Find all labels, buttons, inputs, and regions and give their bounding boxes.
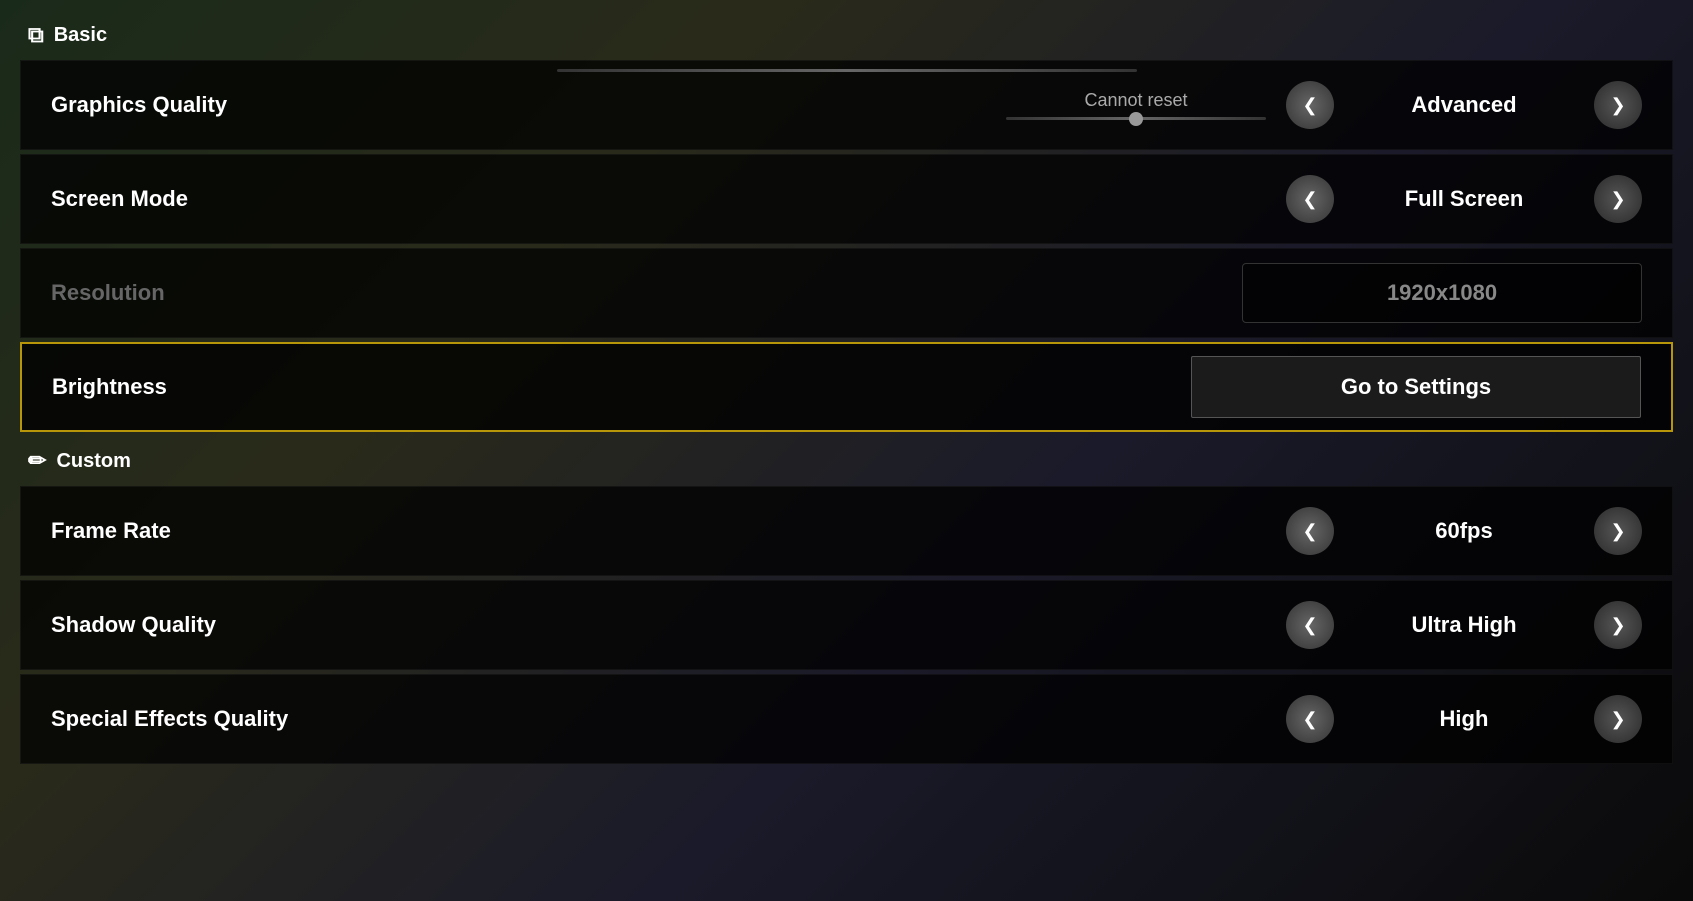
chevron-left-icon [1302,708,1317,731]
special-effects-quality-prev-button[interactable] [1286,695,1334,743]
graphics-quality-label: Graphics Quality [51,92,227,117]
edit-icon [28,448,46,474]
frame-rate-control: 60fps [1286,507,1642,555]
brightness-label: Brightness [52,374,1191,400]
screen-mode-control: Full Screen [1286,175,1642,223]
graphics-quality-controls: Cannot reset Advanced [986,81,1642,129]
shadow-quality-next-button[interactable] [1594,601,1642,649]
graphics-slider-dot [1129,112,1143,126]
screen-mode-value: Full Screen [1334,186,1594,212]
special-effects-quality-next-button[interactable] [1594,695,1642,743]
section-header-custom: Custom [20,436,1673,486]
chevron-left-icon [1302,94,1317,117]
chevron-left-icon [1302,614,1317,637]
setting-row-screen-mode: Screen Mode Full Screen [20,154,1673,244]
frame-rate-next-button[interactable] [1594,507,1642,555]
setting-row-graphics-quality: Graphics Quality Cannot reset Advanced [20,60,1673,150]
section-custom-label: Custom [56,450,130,473]
goto-settings-label: Go to Settings [1341,374,1491,400]
graphics-quality-prev-button[interactable] [1286,81,1334,129]
graphics-slider-line [1006,117,1266,120]
setting-row-brightness: Brightness Go to Settings [20,342,1673,432]
chevron-right-icon [1610,708,1625,731]
shadow-quality-control: Ultra High [1286,601,1642,649]
section-header-basic: Basic [20,10,1673,60]
settings-panel: Basic Graphics Quality Cannot reset Adva… [0,0,1693,901]
graphics-top-slider [557,69,1137,72]
screen-mode-prev-button[interactable] [1286,175,1334,223]
shadow-quality-prev-button[interactable] [1286,601,1334,649]
screen-mode-next-button[interactable] [1594,175,1642,223]
graphics-quality-next-button[interactable] [1594,81,1642,129]
setting-row-shadow-quality: Shadow Quality Ultra High [20,580,1673,670]
setting-row-resolution: Resolution 1920x1080 [20,248,1673,338]
graphics-quality-value: Advanced [1334,92,1594,118]
shadow-quality-value: Ultra High [1334,612,1594,638]
chevron-right-icon [1610,94,1625,117]
goto-settings-button[interactable]: Go to Settings [1191,356,1641,418]
frame-rate-label: Frame Rate [51,518,1286,544]
frame-rate-prev-button[interactable] [1286,507,1334,555]
special-effects-quality-label: Special Effects Quality [51,706,1286,732]
special-effects-quality-value: High [1334,706,1594,732]
frame-rate-value: 60fps [1334,518,1594,544]
resolution-value: 1920x1080 [1242,263,1642,323]
cannot-reset-section: Cannot reset [986,90,1286,120]
chevron-right-icon [1610,188,1625,211]
special-effects-quality-control: High [1286,695,1642,743]
resolution-label: Resolution [51,280,1242,306]
grid-icon [28,22,44,48]
chevron-right-icon [1610,614,1625,637]
setting-row-special-effects-quality: Special Effects Quality High [20,674,1673,764]
screen-mode-label: Screen Mode [51,186,1286,212]
chevron-right-icon [1610,520,1625,543]
chevron-left-icon [1302,520,1317,543]
cannot-reset-label: Cannot reset [1084,90,1187,111]
section-basic-label: Basic [54,24,107,47]
shadow-quality-label: Shadow Quality [51,612,1286,638]
setting-row-frame-rate: Frame Rate 60fps [20,486,1673,576]
graphics-quality-label-area: Graphics Quality [51,92,986,118]
chevron-left-icon [1302,188,1317,211]
